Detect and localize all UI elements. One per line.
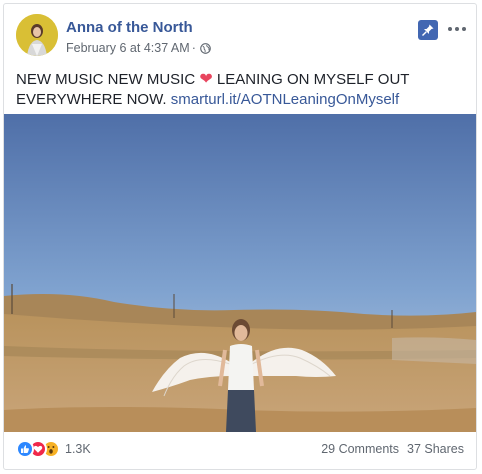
post-link[interactable]: smarturl.it/AOTNLeaningOnMyself xyxy=(171,91,399,108)
pin-icon xyxy=(422,24,434,36)
more-dot xyxy=(448,27,452,31)
page-name-link[interactable]: Anna of the North xyxy=(66,19,193,36)
post-photo[interactable] xyxy=(4,114,476,432)
post-timestamp[interactable]: February 6 at 4:37 AM xyxy=(66,41,190,55)
pin-button[interactable] xyxy=(418,20,438,40)
post-text-main: NEW MUSIC NEW MUSIC xyxy=(16,71,196,88)
heart-emoji-icon: ❤ xyxy=(199,71,213,88)
engagement-stats: 29 Comments 37 Shares xyxy=(321,442,464,456)
reactions-summary[interactable]: 1.3K xyxy=(16,440,91,458)
more-dot xyxy=(455,27,459,31)
reaction-count: 1.3K xyxy=(65,442,91,456)
like-reaction-icon xyxy=(16,440,34,458)
globe-icon[interactable] xyxy=(200,42,211,54)
comments-count-link[interactable]: 29 Comments xyxy=(321,442,399,456)
post-card: Anna of the North February 6 at 4:37 AM … xyxy=(3,3,477,470)
post-header: Anna of the North February 6 at 4:37 AM … xyxy=(16,14,466,60)
post-footer: 1.3K 29 Comments 37 Shares xyxy=(16,438,464,462)
meta-separator: · xyxy=(191,41,196,55)
shares-count-link[interactable]: 37 Shares xyxy=(407,442,464,456)
more-options-icon[interactable] xyxy=(448,22,466,36)
more-dot xyxy=(462,27,466,31)
post-text: NEW MUSIC NEW MUSIC ❤ LEANING ON MYSELF … xyxy=(16,70,466,110)
page-avatar[interactable] xyxy=(16,14,58,56)
post-meta: February 6 at 4:37 AM · xyxy=(66,41,211,55)
